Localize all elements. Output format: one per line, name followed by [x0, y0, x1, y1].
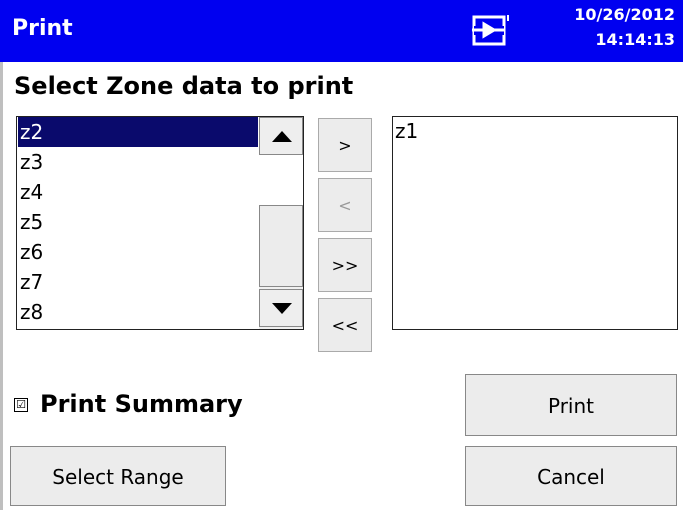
cancel-button[interactable]: Cancel	[465, 446, 677, 506]
selected-zone-item[interactable]: z1	[395, 119, 418, 143]
scroll-down-button[interactable]	[259, 289, 303, 327]
scrollbar-track[interactable]	[259, 155, 303, 205]
remove-all-zones-button[interactable]: <<	[318, 298, 372, 352]
add-all-zones-button[interactable]: >>	[318, 238, 372, 292]
window-border	[0, 62, 3, 510]
zone-list-item[interactable]: z2	[18, 117, 258, 147]
add-zone-button[interactable]: >	[318, 118, 372, 172]
print-dialog: Print 10/26/2012 14:14:13 Select Zone da…	[0, 0, 683, 510]
zone-listbox[interactable]: z2 z3 z4 z5 z6 z7 z8	[16, 116, 304, 330]
scroll-up-button[interactable]	[259, 117, 303, 155]
window-title: Print	[12, 16, 73, 41]
zone-list-item[interactable]: z3	[18, 147, 258, 177]
arrow-up-icon	[272, 131, 292, 142]
title-bar: Print 10/26/2012 14:14:13	[0, 0, 683, 62]
remove-zone-button[interactable]: <	[318, 178, 372, 232]
select-range-button[interactable]: Select Range	[10, 446, 226, 506]
arrow-down-icon	[272, 303, 292, 314]
checkbox-checked-icon[interactable]: ☑	[14, 398, 28, 412]
zone-list-item[interactable]: z7	[18, 267, 258, 297]
zone-list-item[interactable]: z4	[18, 177, 258, 207]
zone-list-item[interactable]: z6	[18, 237, 258, 267]
plug-icon	[472, 15, 509, 46]
date-display: 10/26/2012	[574, 5, 675, 24]
zone-list-item[interactable]: z5	[18, 207, 258, 237]
zone-list-item[interactable]: z8	[18, 297, 258, 327]
zone-list-scrollbar[interactable]	[259, 117, 303, 329]
print-summary-label: Print Summary	[40, 390, 243, 418]
time-display: 14:14:13	[595, 30, 675, 49]
scrollbar-thumb[interactable]	[259, 205, 303, 287]
section-heading: Select Zone data to print	[14, 72, 354, 100]
print-button[interactable]: Print	[465, 374, 677, 436]
selected-zones-listbox[interactable]: z1	[392, 116, 678, 330]
